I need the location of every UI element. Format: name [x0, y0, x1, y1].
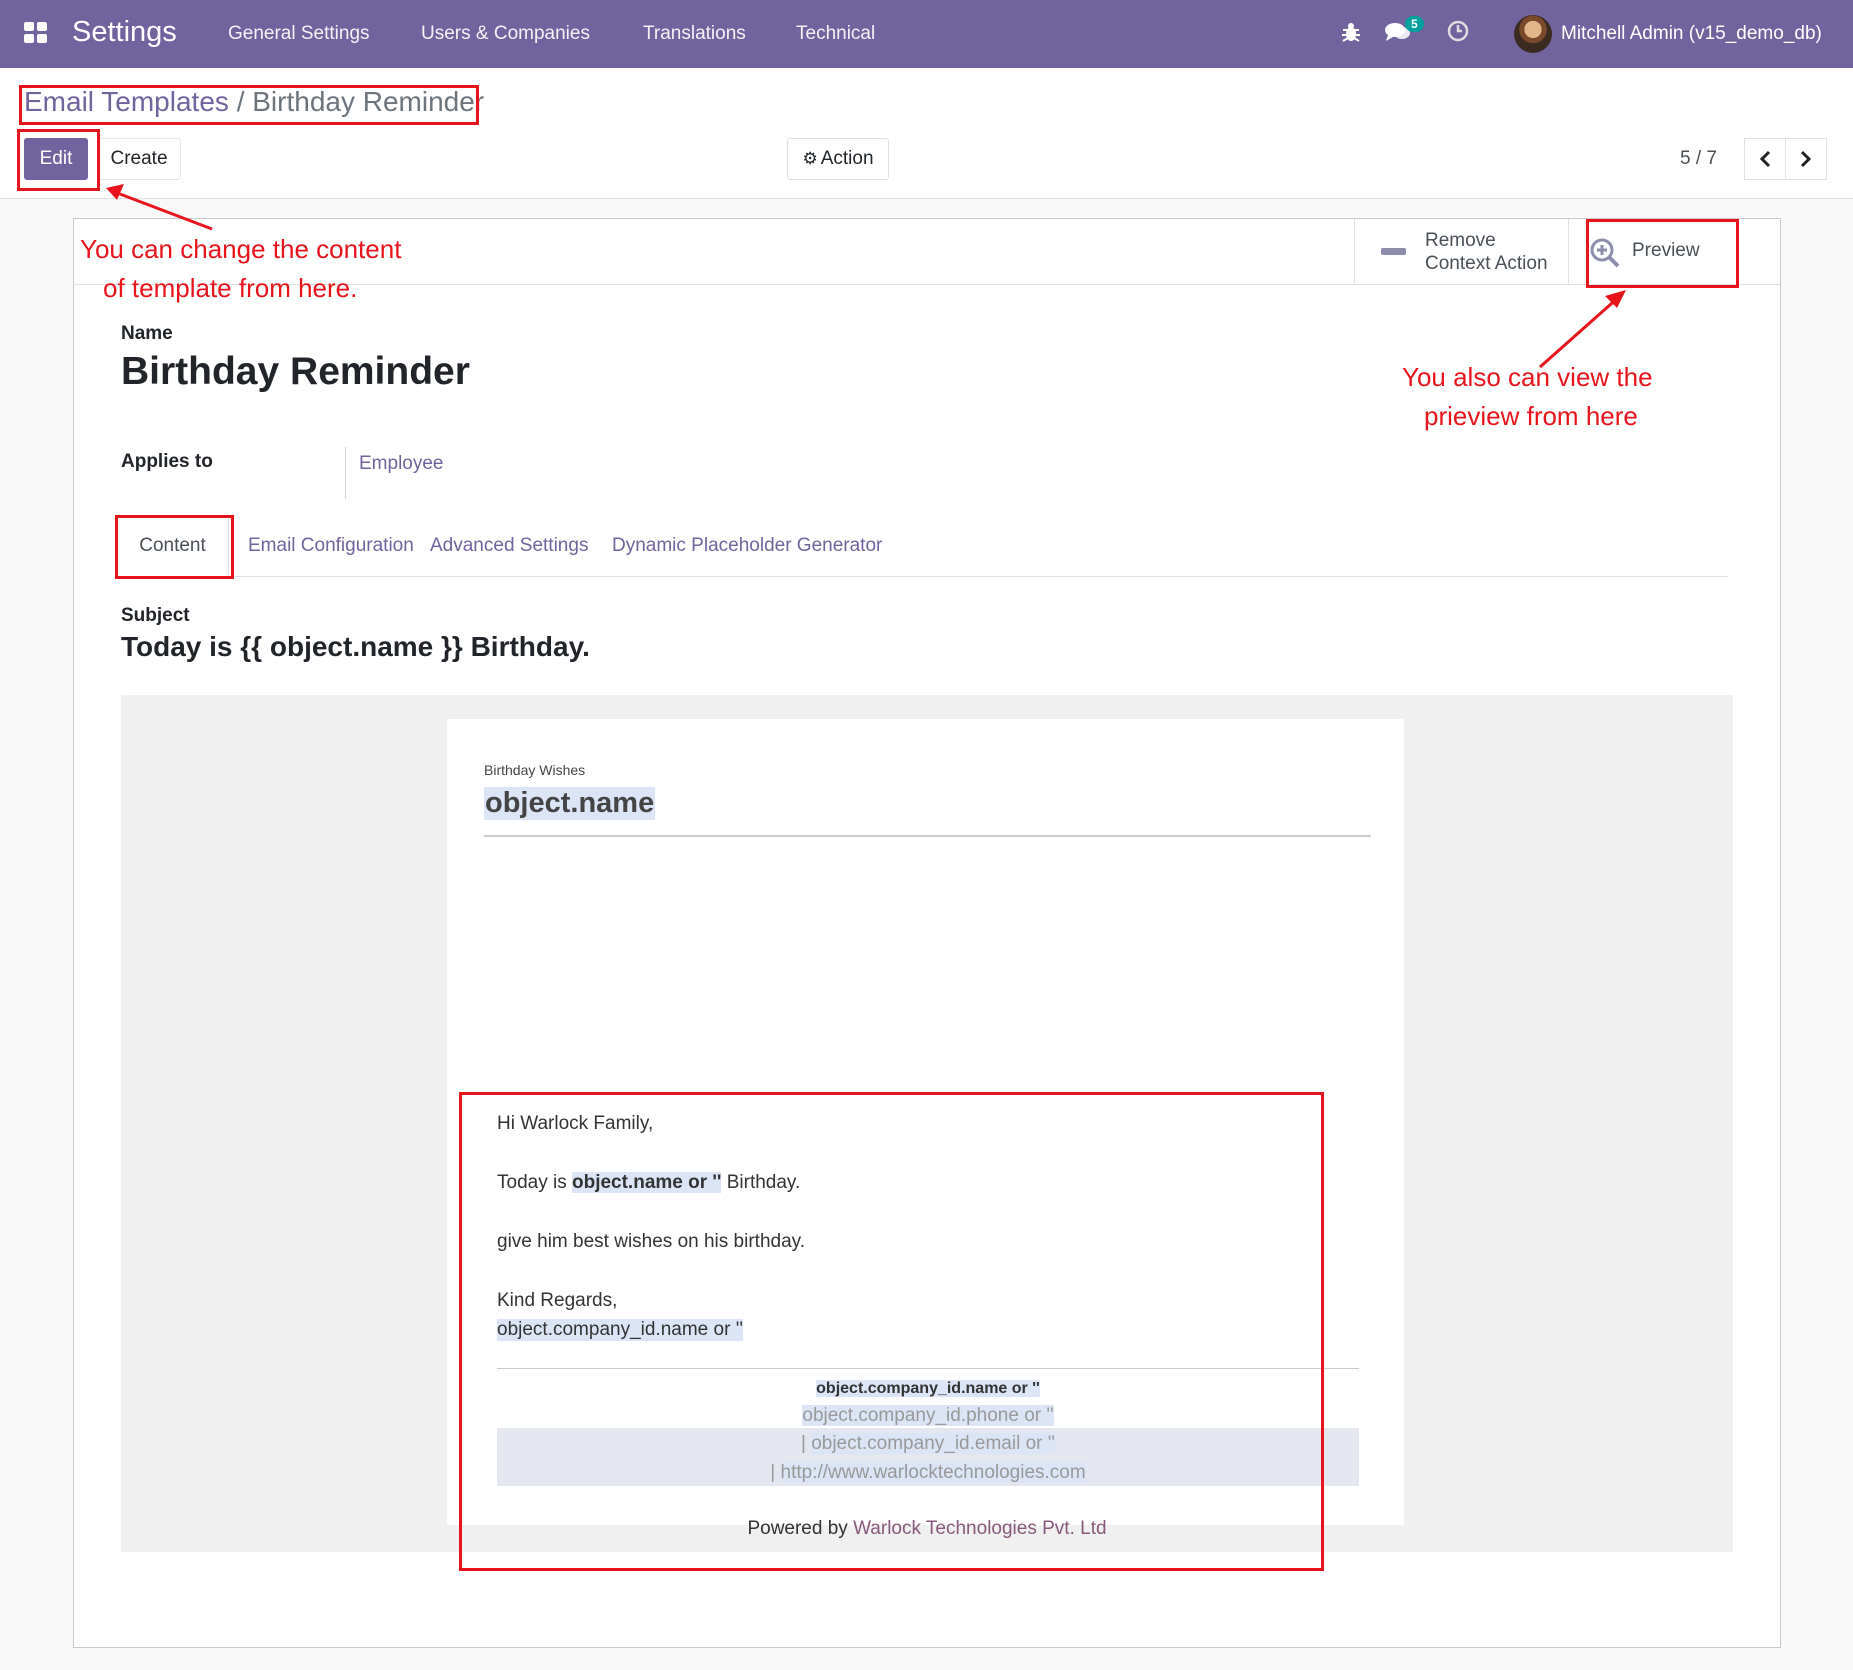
preview-annotation-line2: prieview from here [1424, 401, 1638, 431]
edit-annotation-line2: of template from here. [103, 273, 358, 303]
edit-annotation-line1: You can change the content [80, 234, 402, 264]
preview-annotation-line1: You also can view the [1402, 362, 1653, 392]
